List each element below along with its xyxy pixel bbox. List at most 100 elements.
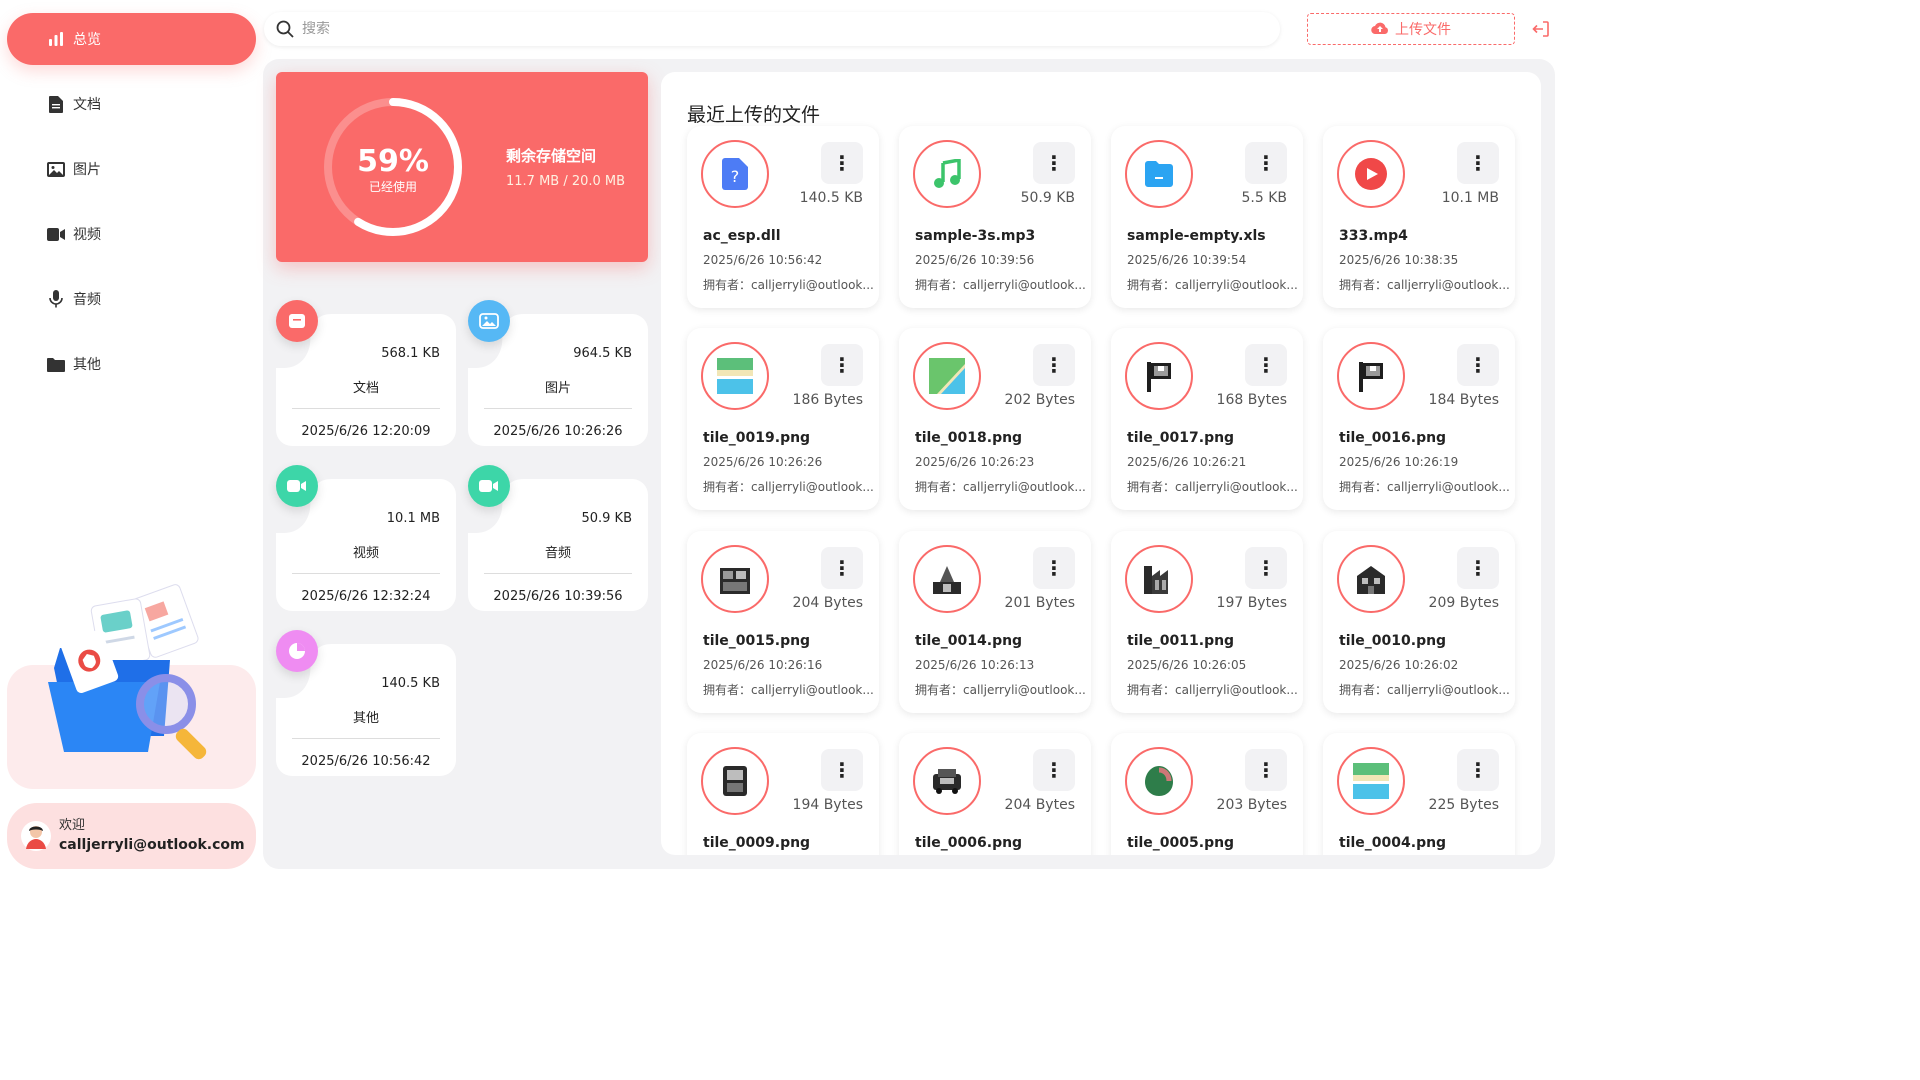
welcome-text: 欢迎 xyxy=(59,818,86,833)
file-name: tile_0010.png xyxy=(1339,633,1447,649)
tile-machine-thumbnail xyxy=(701,747,769,815)
more-options-button[interactable]: ⋮ xyxy=(1033,749,1075,791)
sidebar-item-images[interactable]: 图片 xyxy=(7,143,256,195)
category-name: 视频 xyxy=(352,546,379,561)
category-size: 964.5 KB xyxy=(573,346,632,361)
tile-flag-thumbnail xyxy=(1125,342,1193,410)
spreadsheet-icon xyxy=(1125,140,1193,208)
category-card-images[interactable]: 964.5 KB 图片 2025/6/26 10:26:26 xyxy=(468,300,648,446)
tile-tree-thumbnail xyxy=(1125,747,1193,815)
more-options-button[interactable]: ⋮ xyxy=(1033,142,1075,184)
file-card[interactable]: ⋮ 204 Bytes tile_0006.png xyxy=(899,733,1091,855)
more-options-button[interactable]: ⋮ xyxy=(1245,749,1287,791)
file-owner: 拥有者：calljerryli@outlook... xyxy=(703,683,873,697)
more-options-button[interactable]: ⋮ xyxy=(1033,344,1075,386)
more-options-button[interactable]: ⋮ xyxy=(1033,547,1075,589)
file-card[interactable]: ⋮ 201 Bytes tile_0014.png 2025/6/26 10:26:1… xyxy=(899,531,1091,713)
play-icon xyxy=(1337,140,1405,208)
tile-tower-thumbnail xyxy=(913,545,981,613)
more-options-button[interactable]: ⋮ xyxy=(821,344,863,386)
file-name: tile_0019.png xyxy=(703,430,811,446)
file-card[interactable]: ⋮ 50.9 KB sample-3s.mp3 2025/6/26 10:39:56 拥… xyxy=(899,126,1091,308)
file-card[interactable]: ⋮ 209 Bytes tile_0010.png 2025/6/26 10:26:0… xyxy=(1323,531,1515,713)
category-name: 文档 xyxy=(352,381,379,396)
more-options-button[interactable]: ⋮ xyxy=(1457,749,1499,791)
file-time: 2025/6/26 10:26:23 xyxy=(915,455,1035,469)
file-card[interactable]: ⋮ 225 Bytes tile_0004.png xyxy=(1323,733,1515,855)
cloud-upload-icon xyxy=(1371,21,1389,38)
category-card-other[interactable]: 140.5 KB 其他 2025/6/26 10:56:42 xyxy=(276,630,456,776)
user-email: calljerryli@outlook.com xyxy=(59,837,245,853)
tile-flag-thumbnail xyxy=(1337,342,1405,410)
document-icon xyxy=(276,300,318,342)
search-input[interactable] xyxy=(302,21,1202,37)
usage-percent: 59% xyxy=(357,144,429,179)
sidebar-item-audio[interactable]: 音频 xyxy=(7,273,256,325)
file-time: 2025/6/26 10:39:56 xyxy=(915,253,1035,267)
file-card[interactable]: ⋮ 204 Bytes tile_0015.png 2025/6/26 10:26:1… xyxy=(687,531,879,713)
file-card[interactable]: ⋮ 10.1 MB 333.mp4 2025/6/26 10:38:35 拥有者：cal… xyxy=(1323,126,1515,308)
image-icon xyxy=(47,160,65,178)
file-card[interactable]: ⋮ 186 Bytes tile_0019.png 2025/6/26 10:26:2… xyxy=(687,328,879,510)
more-options-button[interactable]: ⋮ xyxy=(1245,547,1287,589)
sidebar-item-overview[interactable]: 总览 xyxy=(7,13,256,65)
user-card[interactable]: 欢迎 calljerryli@outlook.com xyxy=(7,803,256,869)
file-card[interactable]: ⋮ 203 Bytes tile_0005.png xyxy=(1111,733,1303,855)
more-options-button[interactable]: ⋮ xyxy=(1245,344,1287,386)
file-size: 10.1 MB xyxy=(1441,190,1499,206)
file-card[interactable]: ⋮ 197 Bytes tile_0011.png 2025/6/26 10:26:0… xyxy=(1111,531,1303,713)
category-card-audio[interactable]: 50.9 KB 音频 2025/6/26 10:39:56 xyxy=(468,465,648,611)
category-size: 50.9 KB xyxy=(581,511,632,526)
file-size: 194 Bytes xyxy=(792,797,863,813)
sidebar-item-label: 文档 xyxy=(73,97,101,113)
sidebar-item-documents[interactable]: 文档 xyxy=(7,78,256,130)
file-card[interactable]: ? ⋮ 140.5 KB ac_esp.dll 2025/6/26 10:56:42 拥有… xyxy=(687,126,879,308)
divider xyxy=(292,408,440,409)
upload-button[interactable]: 上传文件 xyxy=(1307,13,1515,45)
logout-icon[interactable] xyxy=(1532,20,1550,38)
more-options-button[interactable]: ⋮ xyxy=(821,749,863,791)
category-card-documents[interactable]: 568.1 KB 文档 2025/6/26 12:20:09 xyxy=(276,300,456,446)
file-owner: 拥有者：calljerryli@outlook... xyxy=(1127,278,1297,292)
sidebar-item-videos[interactable]: 视频 xyxy=(7,208,256,260)
search-bar[interactable] xyxy=(264,12,1280,46)
file-time: 2025/6/26 10:39:54 xyxy=(1127,253,1247,267)
file-size: 201 Bytes xyxy=(1004,595,1075,611)
unknown-file-icon: ? xyxy=(701,140,769,208)
microphone-icon xyxy=(47,290,65,308)
file-owner: 拥有者：calljerryli@outlook... xyxy=(915,480,1085,494)
file-name: 333.mp4 xyxy=(1339,228,1408,244)
more-options-button[interactable]: ⋮ xyxy=(1245,142,1287,184)
sidebar-item-other[interactable]: 其他 xyxy=(7,338,256,390)
svg-text:?: ? xyxy=(731,167,740,186)
file-owner: 拥有者：calljerryli@outlook... xyxy=(915,278,1085,292)
file-card[interactable]: ⋮ 168 Bytes tile_0017.png 2025/6/26 10:26:2… xyxy=(1111,328,1303,510)
file-time: 2025/6/26 10:26:13 xyxy=(915,658,1035,672)
avatar xyxy=(21,821,51,851)
file-size: 209 Bytes xyxy=(1428,595,1499,611)
file-name: tile_0011.png xyxy=(1127,633,1235,649)
divider xyxy=(292,738,440,739)
file-owner: 拥有者：calljerryli@outlook... xyxy=(703,278,873,292)
usage-label: 已经使用 xyxy=(368,180,417,194)
more-options-button[interactable]: ⋮ xyxy=(1457,547,1499,589)
tile-building-thumbnail xyxy=(701,545,769,613)
file-size: 5.5 KB xyxy=(1241,190,1288,206)
more-options-button[interactable]: ⋮ xyxy=(1457,344,1499,386)
sidebar-item-label: 音频 xyxy=(73,292,101,308)
more-options-button[interactable]: ⋮ xyxy=(1457,142,1499,184)
file-card[interactable]: ⋮ 5.5 KB sample-empty.xls 2025/6/26 10:39:5… xyxy=(1111,126,1303,308)
file-size: 168 Bytes xyxy=(1216,392,1287,408)
file-time: 2025/6/26 10:38:35 xyxy=(1339,253,1459,267)
divider xyxy=(484,573,632,574)
file-size: 184 Bytes xyxy=(1428,392,1499,408)
file-time: 2025/6/26 10:26:26 xyxy=(703,455,823,469)
file-owner: 拥有者：calljerryli@outlook... xyxy=(915,683,1085,697)
video-icon xyxy=(47,225,65,243)
file-card[interactable]: ⋮ 202 Bytes tile_0018.png 2025/6/26 10:26:2… xyxy=(899,328,1091,510)
category-card-videos[interactable]: 10.1 MB 视频 2025/6/26 12:32:24 xyxy=(276,465,456,611)
more-options-button[interactable]: ⋮ xyxy=(821,142,863,184)
file-card[interactable]: ⋮ 184 Bytes tile_0016.png 2025/6/26 10:26:1… xyxy=(1323,328,1515,510)
file-card[interactable]: ⋮ 194 Bytes tile_0009.png xyxy=(687,733,879,855)
more-options-button[interactable]: ⋮ xyxy=(821,547,863,589)
